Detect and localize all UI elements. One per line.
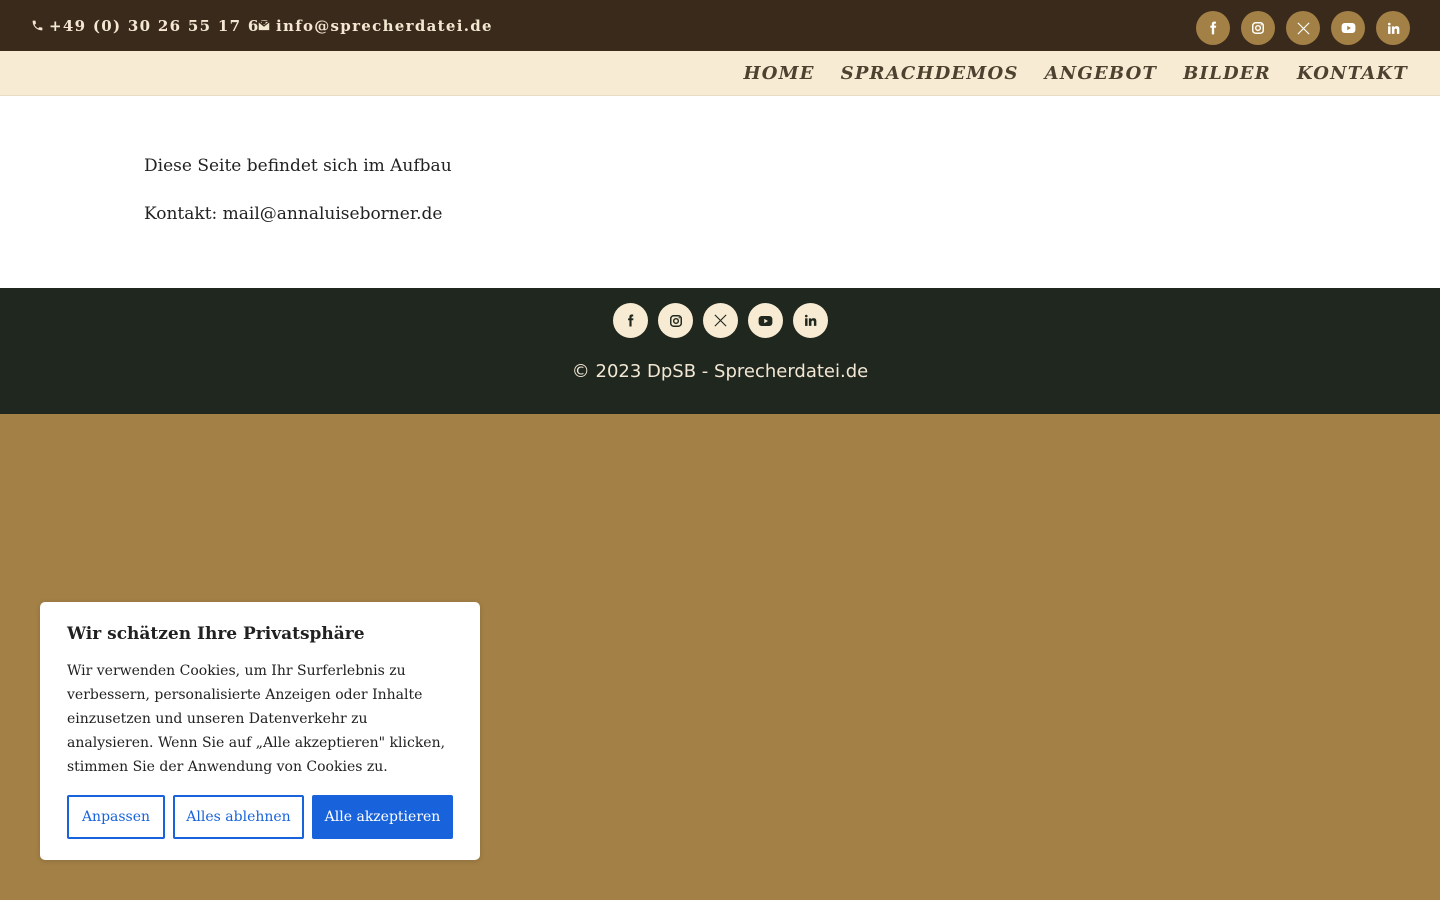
x-icon (1296, 21, 1310, 35)
nav-menu: HOME SPRACHDEMOS ANGEBOT BILDER KONTAKT (743, 51, 1408, 95)
customize-button[interactable]: Anpassen (67, 795, 165, 839)
facebook-link[interactable] (1196, 11, 1230, 45)
top-bar: +49 (0) 30 26 55 17 63 info@sprecherdate… (0, 0, 1440, 51)
phone-icon (32, 20, 43, 31)
footer-youtube-link[interactable] (748, 303, 783, 338)
x-link[interactable] (1286, 11, 1320, 45)
email-contact[interactable]: info@sprecherdatei.de (257, 0, 493, 51)
facebook-icon (1210, 21, 1217, 35)
youtube-icon (758, 315, 773, 326)
cookie-title: Wir schätzen Ihre Privatsphäre (67, 624, 365, 644)
instagram-icon (669, 314, 682, 327)
x-icon (714, 314, 727, 327)
linkedin-icon (1387, 22, 1399, 34)
main-content: Diese Seite befindet sich im Aufbau Kont… (0, 96, 1440, 288)
instagram-link[interactable] (1241, 11, 1275, 45)
youtube-link[interactable] (1331, 11, 1365, 45)
footer-social-links (613, 303, 828, 338)
footer-x-link[interactable] (703, 303, 738, 338)
youtube-icon (1341, 23, 1355, 33)
nav-item-angebot[interactable]: ANGEBOT (1045, 63, 1158, 84)
cookie-consent-dialog: Wir schätzen Ihre Privatsphäre Wir verwe… (40, 602, 480, 860)
top-social-links (1196, 11, 1410, 45)
footer: © 2023 DpSB - Sprecherdatei.de (0, 288, 1440, 414)
cookie-description: Wir verwenden Cookies, um Ihr Surferlebn… (67, 663, 446, 775)
footer-linkedin-link[interactable] (793, 303, 828, 338)
copyright-text: © 2023 DpSB - Sprecherdatei.de (571, 361, 869, 382)
nav-item-bilder[interactable]: BILDER (1183, 63, 1271, 84)
facebook-icon (628, 314, 634, 327)
reject-all-button[interactable]: Alles ablehnen (173, 795, 304, 839)
footer-facebook-link[interactable] (613, 303, 648, 338)
linkedin-icon (804, 314, 817, 326)
contact-line: Kontakt: mail@annaluiseborner.de (144, 204, 443, 224)
nav-item-sprachdemos[interactable]: SPRACHDEMOS (841, 63, 1019, 84)
email-address: info@sprecherdatei.de (276, 16, 493, 35)
phone-number: +49 (0) 30 26 55 17 63 (49, 16, 272, 35)
footer-instagram-link[interactable] (658, 303, 693, 338)
nav-item-kontakt[interactable]: KONTAKT (1297, 63, 1408, 84)
accept-all-button[interactable]: Alle akzeptieren (312, 795, 453, 839)
nav-item-home[interactable]: HOME (743, 63, 814, 84)
envelope-icon (257, 20, 271, 31)
construction-notice: Diese Seite befindet sich im Aufbau (144, 156, 452, 176)
instagram-icon (1252, 22, 1264, 34)
main-navigation: HOME SPRACHDEMOS ANGEBOT BILDER KONTAKT (0, 51, 1440, 96)
phone-contact[interactable]: +49 (0) 30 26 55 17 63 (31, 0, 271, 51)
linkedin-link[interactable] (1376, 11, 1410, 45)
